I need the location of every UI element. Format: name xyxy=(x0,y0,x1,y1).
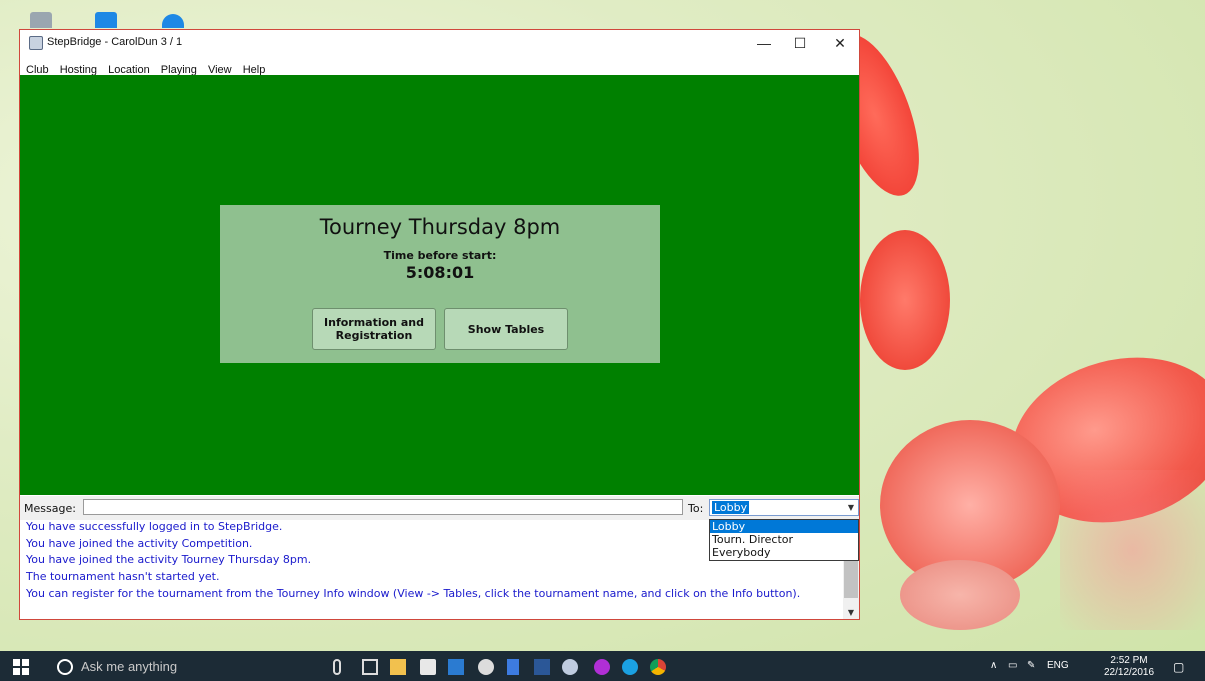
log-line: The tournament hasn't started yet. xyxy=(26,570,220,583)
windows-start-icon[interactable] xyxy=(13,659,29,675)
desktop-app-icon[interactable] xyxy=(95,12,117,28)
table-area: Tourney Thursday 8pm Time before start: … xyxy=(20,75,859,495)
skype-icon[interactable] xyxy=(622,659,638,675)
chevron-down-icon[interactable]: ▼ xyxy=(844,500,858,515)
tourney-panel: Tourney Thursday 8pm Time before start: … xyxy=(220,205,660,363)
file-explorer-icon[interactable] xyxy=(390,659,406,675)
close-button[interactable]: ✕ xyxy=(821,30,859,56)
language-indicator[interactable]: ENG xyxy=(1047,660,1069,671)
to-label: To: xyxy=(688,502,704,515)
recipient-option-director[interactable]: Tourn. Director xyxy=(710,533,858,546)
log-line: You can register for the tournament from… xyxy=(26,587,801,600)
microphone-icon[interactable] xyxy=(333,659,341,675)
battery-icon[interactable]: ▭ xyxy=(1008,660,1017,671)
clock-date: 22/12/2016 xyxy=(1104,667,1155,678)
wallpaper-petal xyxy=(860,230,950,370)
chrome-icon[interactable] xyxy=(650,659,666,675)
store-icon[interactable] xyxy=(420,659,436,675)
task-view-icon[interactable] xyxy=(362,659,378,675)
taskbar: Ask me anything ∧ ▭ ✎ ENG 2:52 PM 22/12/… xyxy=(0,651,1205,681)
menu-bar: Club Hosting Location Playing View Help xyxy=(20,56,859,76)
wallpaper-petal xyxy=(900,560,1020,630)
recipient-selected-value: Lobby xyxy=(712,501,750,514)
cortana-search[interactable]: Ask me anything xyxy=(48,651,318,681)
recycle-bin-icon[interactable] xyxy=(30,12,52,28)
message-label: Message: xyxy=(24,502,76,515)
app-icon[interactable] xyxy=(448,659,464,675)
maximize-button[interactable]: ☐ xyxy=(781,30,819,56)
scroll-down-icon[interactable]: ▼ xyxy=(843,608,859,617)
log-line: You have joined the activity Tourney Thu… xyxy=(26,553,312,566)
cortana-icon xyxy=(57,659,73,675)
countdown-value: 5:08:01 xyxy=(405,263,475,282)
search-placeholder: Ask me anything xyxy=(81,659,178,674)
purple-app-icon[interactable] xyxy=(594,659,610,675)
stepbridge-app-icon xyxy=(29,36,43,50)
minimize-button[interactable]: — xyxy=(745,30,783,56)
recipient-option-lobby[interactable]: Lobby xyxy=(710,520,858,533)
clock-time: 2:52 PM xyxy=(1110,655,1148,666)
log-line: You have successfully logged in to StepB… xyxy=(26,520,283,533)
chevron-up-icon[interactable]: ∧ xyxy=(990,660,997,671)
recipient-dropdown-list: Lobby Tourn. Director Everybody xyxy=(709,519,859,561)
info-registration-button[interactable]: Information and Registration xyxy=(312,308,436,350)
message-input[interactable] xyxy=(83,499,683,515)
recipient-select[interactable]: Lobby ▼ xyxy=(709,499,859,516)
settings-gear-icon[interactable] xyxy=(478,659,494,675)
recipient-option-everybody[interactable]: Everybody xyxy=(710,546,858,559)
wallpaper-haze xyxy=(1060,470,1205,630)
tourney-title: Tourney Thursday 8pm xyxy=(319,215,561,239)
log-line: You have joined the activity Competition… xyxy=(26,537,253,550)
document-icon[interactable] xyxy=(507,659,519,675)
countdown-label: Time before start: xyxy=(383,249,497,262)
stepbridge-window: StepBridge - CarolDun 3 / 1 — ☐ ✕ Club H… xyxy=(19,29,860,620)
word-icon[interactable] xyxy=(534,659,550,675)
desktop-app-icon[interactable] xyxy=(162,14,184,28)
system-clock[interactable]: 2:52 PM 22/12/2016 xyxy=(1104,655,1154,679)
window-title: StepBridge - CarolDun 3 / 1 xyxy=(47,36,183,48)
show-tables-button[interactable]: Show Tables xyxy=(444,308,568,350)
title-bar[interactable]: StepBridge - CarolDun 3 / 1 — ☐ ✕ xyxy=(20,30,859,56)
notification-icon[interactable]: ▢ xyxy=(1173,660,1184,674)
message-bar: Message: To: Lobby ▼ xyxy=(20,496,859,520)
pen-icon[interactable]: ✎ xyxy=(1027,660,1035,671)
stepbridge-taskbar-icon[interactable] xyxy=(562,659,578,675)
